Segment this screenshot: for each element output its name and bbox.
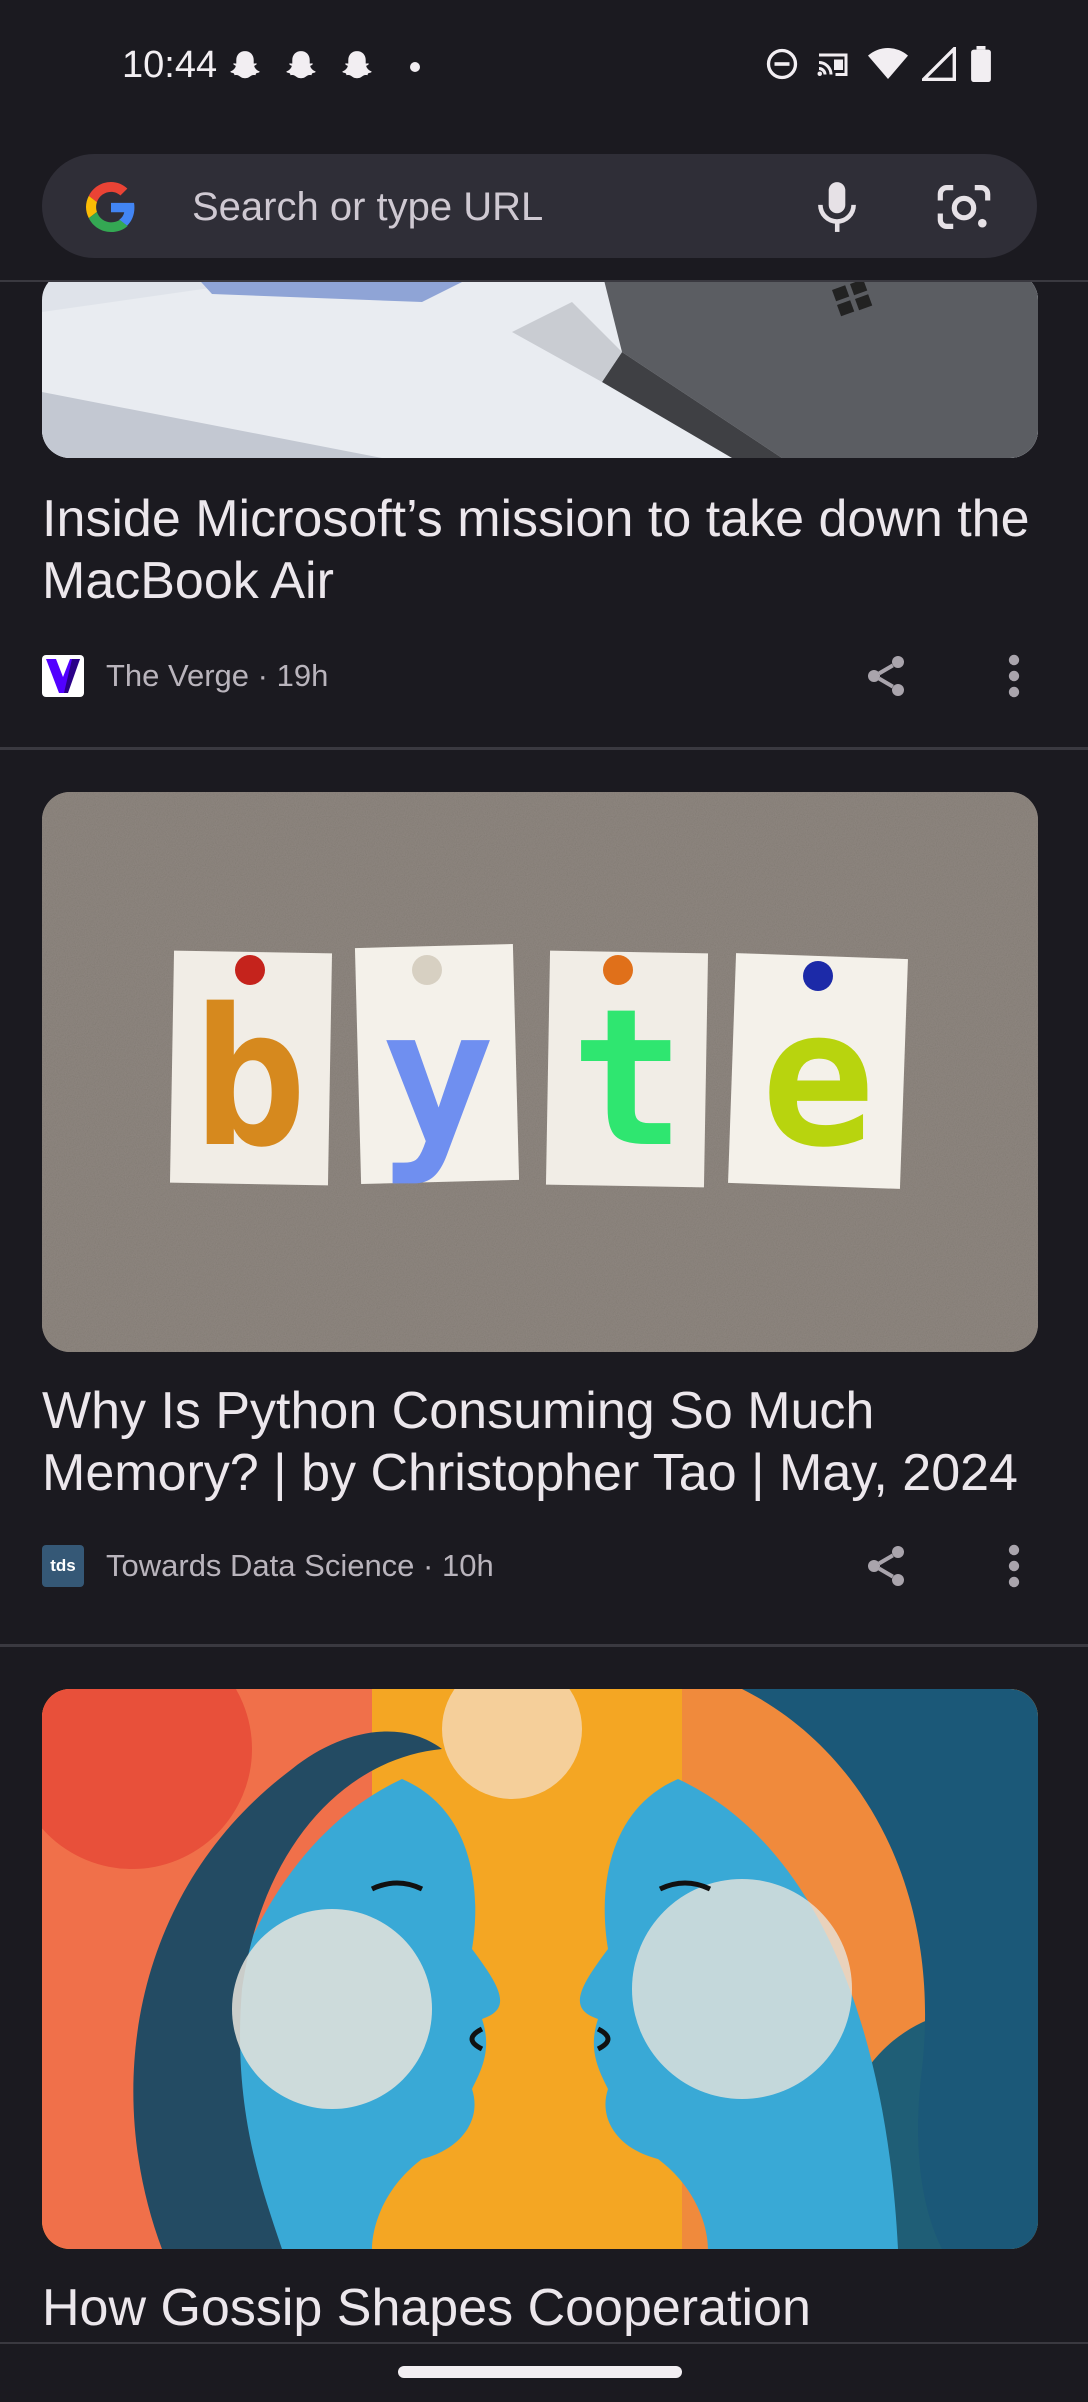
home-indicator-pill[interactable]: [398, 2366, 682, 2378]
article-meta: The Verge · 19h: [42, 654, 328, 698]
publisher-and-age: The Verge · 19h: [106, 658, 329, 693]
the-verge-logo-icon: [42, 655, 84, 697]
microphone-icon[interactable]: [812, 180, 862, 234]
tds-logo-icon: tds: [42, 1545, 84, 1587]
article-headline[interactable]: Why Is Python Consuming So Much Memory? …: [42, 1380, 1042, 1504]
notification-icons: [226, 48, 420, 86]
article-headline[interactable]: Inside Microsoft’s mission to take down …: [42, 488, 1042, 612]
article-image[interactable]: [42, 1689, 1038, 2249]
browser-toolbar: [0, 140, 1088, 282]
feed-card[interactable]: How Gossip Shapes Cooperation: [0, 1647, 1088, 2342]
more-options-icon[interactable]: [1000, 652, 1028, 700]
feed-card[interactable]: Inside Microsoft’s mission to take down …: [0, 282, 1088, 747]
do-not-disturb-icon: [766, 48, 798, 80]
share-icon[interactable]: [862, 1542, 910, 1590]
notification-dot-icon: [410, 62, 420, 72]
google-g-icon: [86, 182, 135, 232]
battery-icon: [971, 46, 991, 82]
system-icons: [764, 46, 992, 82]
feed-card[interactable]: b y t e Why Is Python Consuming So Much …: [0, 750, 1088, 1644]
snapchat-ghost-icon: [286, 51, 316, 79]
article-headline[interactable]: How Gossip Shapes Cooperation: [42, 2277, 1042, 2339]
wifi-icon: [868, 48, 908, 79]
byte-letter-y: y: [381, 968, 495, 1189]
status-time: 10:44: [122, 44, 218, 86]
google-lens-icon[interactable]: [936, 180, 992, 234]
more-options-icon[interactable]: [1000, 1542, 1028, 1590]
status-bar: 10:44: [0, 0, 1088, 140]
share-icon[interactable]: [862, 652, 910, 700]
article-image[interactable]: b y t e: [42, 792, 1038, 1352]
byte-letter-t: t: [571, 968, 685, 1189]
signal-icon: [922, 47, 956, 81]
discover-feed: Inside Microsoft’s mission to take down …: [0, 282, 1088, 2342]
laptops-photo: [42, 282, 1038, 458]
snapchat-ghost-icon: [342, 51, 372, 79]
two-faces-illustration: [42, 1689, 1038, 2249]
search-input[interactable]: [190, 176, 814, 238]
byte-letter-e: e: [761, 968, 875, 1189]
cast-icon: [817, 53, 848, 76]
gesture-bar: [0, 2342, 1088, 2402]
byte-cards-photo: b y t e: [42, 792, 1038, 1352]
omnibox[interactable]: [42, 154, 1037, 258]
byte-letter-b: b: [193, 968, 307, 1189]
snapchat-ghost-icon: [230, 51, 260, 79]
publisher-and-age: Towards Data Science · 10h: [106, 1548, 494, 1583]
article-meta: tds Towards Data Science · 10h: [42, 1544, 494, 1588]
article-image[interactable]: [42, 282, 1038, 458]
